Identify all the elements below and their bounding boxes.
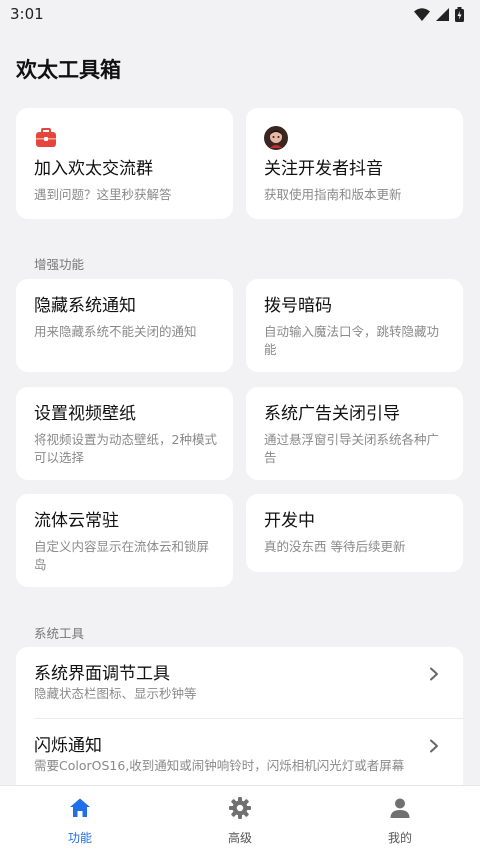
- card-title: 加入欢太交流群: [34, 159, 153, 179]
- card-desc: 用来隐藏系统不能关闭的通知: [34, 324, 197, 339]
- card-desc: 真的没东西 等待后续更新: [264, 539, 406, 554]
- hide-notification-card[interactable]: 隐藏系统通知 用来隐藏系统不能关闭的通知: [16, 279, 233, 372]
- join-group-card[interactable]: 加入欢太交流群 遇到问题？这里秒获解答: [16, 108, 233, 219]
- nav-label: 我的: [387, 831, 412, 845]
- card-desc: 自定义内容显示在流体云和锁屏岛: [34, 539, 210, 572]
- status-icons: [414, 6, 464, 22]
- card-title: 隐藏系统通知: [34, 296, 136, 316]
- list-item-desc: 隐藏状态栏图标、显示秒钟等: [34, 686, 197, 701]
- page-title: 欢太工具箱: [16, 58, 121, 82]
- card-title: 流体云常驻: [34, 511, 119, 531]
- briefcase-icon: [34, 126, 58, 150]
- card-title: 关注开发者抖音: [264, 159, 383, 179]
- list-item-flash-notification[interactable]: 闪烁通知 需要ColorOS16,收到通知或闹钟响铃时，闪烁相机闪光灯或者屏幕: [16, 719, 463, 787]
- card-desc: 通过悬浮窗引导关闭系统各种广告: [264, 432, 440, 465]
- video-wallpaper-card[interactable]: 设置视频壁纸 将视频设置为动态壁纸，2种模式可以选择: [16, 387, 233, 480]
- gear-icon: [228, 796, 252, 820]
- signal-icon: [436, 7, 449, 21]
- nav-label: 高级: [227, 831, 252, 845]
- section-label-system-tools: 系统工具: [34, 626, 85, 641]
- card-title: 开发中: [264, 511, 315, 531]
- battery-icon: [455, 6, 464, 22]
- wifi-icon: [414, 7, 430, 21]
- chevron-right-icon: [430, 739, 438, 753]
- card-desc: 将视频设置为动态壁纸，2种模式可以选择: [34, 432, 217, 465]
- ad-close-guide-card[interactable]: 系统广告关闭引导 通过悬浮窗引导关闭系统各种广告: [246, 387, 463, 480]
- home-icon: [68, 796, 92, 820]
- system-tools-list: 系统界面调节工具 隐藏状态栏图标、显示秒钟等 闪烁通知 需要ColorOS16,…: [16, 647, 463, 787]
- list-item-desc: 需要ColorOS16,收到通知或闹钟响铃时，闪烁相机闪光灯或者屏幕: [34, 758, 405, 773]
- card-desc: 遇到问题？这里秒获解答: [34, 187, 172, 202]
- status-time: 3:01: [10, 5, 44, 23]
- card-desc: 获取使用指南和版本更新: [264, 187, 402, 202]
- list-item-title: 系统界面调节工具: [34, 664, 170, 684]
- follow-douyin-card[interactable]: 关注开发者抖音 获取使用指南和版本更新: [246, 108, 463, 219]
- fluid-cloud-card[interactable]: 流体云常驻 自定义内容显示在流体云和锁屏岛: [16, 494, 233, 587]
- card-title: 拨号暗码: [264, 296, 332, 316]
- section-label-enhanced: 增强功能: [34, 257, 85, 272]
- status-bar: 3:01: [0, 0, 480, 28]
- nav-tab-mine[interactable]: 我的: [320, 786, 480, 853]
- chevron-right-icon: [430, 667, 438, 681]
- nav-tab-advanced[interactable]: 高级: [160, 786, 320, 853]
- card-title: 设置视频壁纸: [34, 404, 136, 424]
- nav-label: 功能: [67, 831, 92, 845]
- card-desc: 自动输入魔法口令，跳转隐藏功能: [264, 324, 440, 357]
- list-item-title: 闪烁通知: [34, 736, 102, 756]
- card-title: 系统广告关闭引导: [264, 404, 400, 424]
- bottom-nav: 功能 高级 我的: [0, 785, 480, 853]
- nav-tab-features[interactable]: 功能: [0, 786, 160, 853]
- dial-code-card[interactable]: 拨号暗码 自动输入魔法口令，跳转隐藏功能: [246, 279, 463, 372]
- list-item-ui-tuner[interactable]: 系统界面调节工具 隐藏状态栏图标、显示秒钟等: [16, 647, 463, 719]
- in-development-card[interactable]: 开发中 真的没东西 等待后续更新: [246, 494, 463, 572]
- person-icon: [388, 796, 412, 820]
- avatar-icon: [264, 126, 288, 150]
